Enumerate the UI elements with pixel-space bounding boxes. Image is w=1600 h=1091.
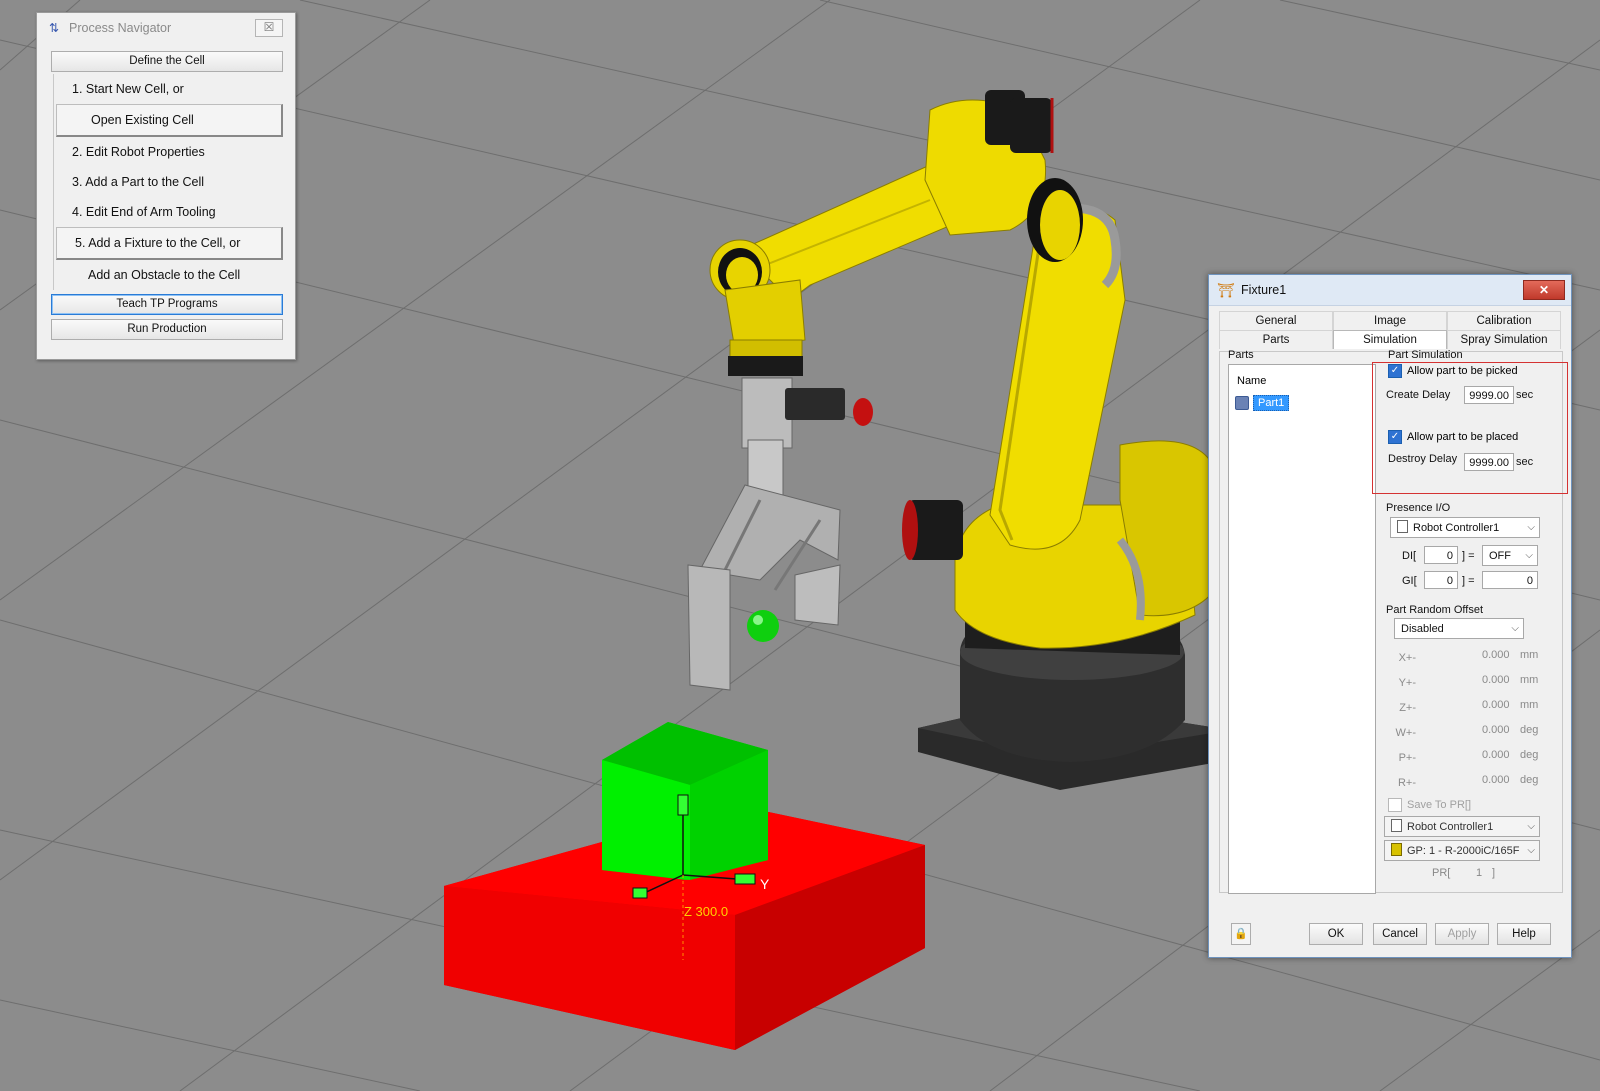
process-navigator-titlebar[interactable]: ⇅ Process Navigator ☒ <box>37 13 295 43</box>
step-open-existing-cell[interactable]: Open Existing Cell <box>56 104 283 137</box>
offset-z-label: Z+- <box>1399 702 1416 714</box>
teach-tp-programs-button[interactable]: Teach TP Programs <box>51 294 283 315</box>
random-offset-mode-value: Disabled <box>1401 623 1444 635</box>
tab-simulation[interactable]: Simulation <box>1333 330 1447 349</box>
fixture-icon: ⛩ <box>1217 281 1235 298</box>
offset-y-label: Y+- <box>1398 677 1416 689</box>
dialog-title: Fixture1 <box>1241 283 1287 297</box>
save-to-pr-checkbox[interactable]: ✓ Save To PR[] <box>1388 798 1471 812</box>
pr-close: ] <box>1492 867 1496 879</box>
step-add-obstacle[interactable]: Add an Obstacle to the Cell <box>54 260 283 290</box>
tab-calibration[interactable]: Calibration <box>1447 311 1561 330</box>
chevron-down-icon: ⌵ <box>1511 623 1519 634</box>
axis-readout: Z 300.0 <box>684 904 728 919</box>
gi-index-field[interactable]: 0 <box>1424 571 1458 589</box>
di-label: DI[ <box>1402 550 1417 562</box>
step-add-fixture[interactable]: 5. Add a Fixture to the Cell, or <box>56 227 283 260</box>
motion-group-value: GP: 1 - R-2000iC/165F <box>1407 845 1520 857</box>
chevron-down-icon: ⌵ <box>1527 821 1535 832</box>
tab-strip: General Image Calibration Parts Simulati… <box>1219 311 1561 349</box>
offset-z-unit: mm <box>1520 699 1539 711</box>
help-button[interactable]: Help <box>1497 923 1551 945</box>
parts-list[interactable]: Name Part1 <box>1228 364 1376 894</box>
di-value-select[interactable]: OFF ⌵ <box>1482 545 1538 566</box>
presence-controller-value: Robot Controller1 <box>1413 522 1500 534</box>
di-index-field[interactable]: 0 <box>1424 546 1458 564</box>
dialog-titlebar[interactable]: ⛩ Fixture1 ✕ <box>1209 275 1571 306</box>
offset-r-value: 0.000 <box>1482 774 1510 786</box>
motion-group-select[interactable]: GP: 1 - R-2000iC/165F ⌵ <box>1384 840 1540 861</box>
parts-column-name: Name <box>1237 375 1267 387</box>
step-add-part[interactable]: 3. Add a Part to the Cell <box>54 167 283 197</box>
offset-w-label: W+- <box>1395 727 1416 739</box>
process-navigator-title: Process Navigator <box>69 21 172 35</box>
offset-w-value: 0.000 <box>1482 724 1510 736</box>
step-start-new-cell[interactable]: 1. Start New Cell, or <box>54 74 283 104</box>
robot-icon <box>1391 843 1402 856</box>
pr-label: PR[ <box>1432 867 1451 879</box>
list-item[interactable]: Part1 <box>1235 395 1290 411</box>
cancel-button[interactable]: Cancel <box>1373 923 1427 945</box>
offset-x-value: 0.000 <box>1482 649 1510 661</box>
tab-parts[interactable]: Parts <box>1219 330 1333 349</box>
ok-button[interactable]: OK <box>1309 923 1363 945</box>
part-name: Part1 <box>1253 395 1290 411</box>
pr-index: 1 <box>1476 867 1483 879</box>
define-cell-button[interactable]: Define the Cell <box>51 51 283 72</box>
axis-y-label: Y <box>760 876 770 892</box>
close-icon[interactable]: ☒ <box>255 19 283 37</box>
offset-x-label: X+- <box>1398 652 1416 664</box>
presence-controller-select[interactable]: Robot Controller1 ⌵ <box>1390 517 1540 538</box>
offset-w-unit: deg <box>1520 724 1539 736</box>
di-value: OFF <box>1489 550 1511 562</box>
offset-p-unit: deg <box>1520 749 1539 761</box>
run-production-button[interactable]: Run Production <box>51 319 283 340</box>
chevron-down-icon: ⌵ <box>1527 845 1535 856</box>
gi-equals: ] = <box>1462 575 1475 587</box>
presence-io-group-label: Presence I/O <box>1386 502 1451 514</box>
part-simulation-group-label: Part Simulation <box>1388 349 1463 361</box>
gi-value-field[interactable]: 0 <box>1482 571 1538 589</box>
offset-p-value: 0.000 <box>1482 749 1510 761</box>
offset-controller-value: Robot Controller1 <box>1407 821 1494 833</box>
step-edit-eoat[interactable]: 4. Edit End of Arm Tooling <box>54 197 283 227</box>
tab-image[interactable]: Image <box>1333 311 1447 330</box>
offset-x-unit: mm <box>1520 649 1539 661</box>
controller-icon <box>1391 819 1402 832</box>
lock-icon[interactable]: 🔒 <box>1231 923 1251 945</box>
offset-controller-select[interactable]: Robot Controller1 ⌵ <box>1384 816 1540 837</box>
step-edit-robot-properties[interactable]: 2. Edit Robot Properties <box>54 137 283 167</box>
chevron-down-icon: ⌵ <box>1527 522 1535 533</box>
chevron-down-icon: ⌵ <box>1525 550 1533 561</box>
checkbox-empty-icon: ✓ <box>1388 798 1402 812</box>
offset-r-label: R+- <box>1397 777 1416 789</box>
di-equals: ] = <box>1462 550 1475 562</box>
tab-spray-simulation[interactable]: Spray Simulation <box>1447 330 1561 349</box>
offset-p-label: P+- <box>1398 752 1416 764</box>
random-offset-group-label: Part Random Offset <box>1386 604 1484 616</box>
save-to-pr-label: Save To PR[] <box>1407 799 1471 811</box>
random-offset-mode-select[interactable]: Disabled ⌵ <box>1394 618 1524 639</box>
gi-label: GI[ <box>1402 575 1417 587</box>
process-navigator-window: ⇅ Process Navigator ☒ Define the Cell 1.… <box>36 12 296 360</box>
part-icon <box>1235 396 1249 410</box>
tab-general[interactable]: General <box>1219 311 1333 330</box>
apply-button[interactable]: Apply <box>1435 923 1489 945</box>
dialog-button-bar: 🔒 OK Cancel Apply Help <box>1209 923 1571 947</box>
parts-group-label: Parts <box>1228 349 1254 361</box>
highlight-frame <box>1372 362 1568 494</box>
offset-r-unit: deg <box>1520 774 1539 786</box>
close-icon[interactable]: ✕ <box>1523 280 1565 300</box>
controller-icon <box>1397 520 1408 533</box>
navigator-icon: ⇅ <box>48 21 60 35</box>
offset-y-unit: mm <box>1520 674 1539 686</box>
offset-y-value: 0.000 <box>1482 674 1510 686</box>
offset-z-value: 0.000 <box>1482 699 1510 711</box>
